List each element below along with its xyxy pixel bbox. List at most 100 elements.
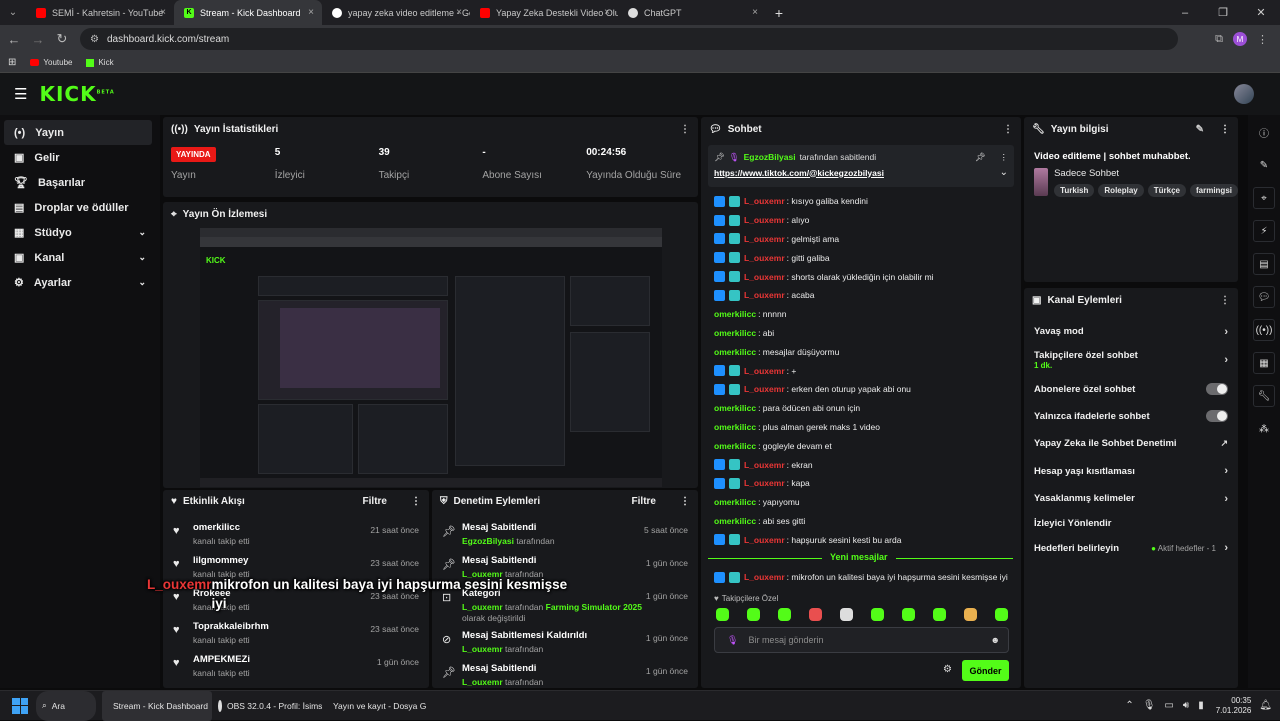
unpin-icon[interactable]: 📌︎ [975,152,986,163]
emote-icon[interactable] [747,608,760,621]
chat-username[interactable]: L_ouxemr [744,272,785,282]
extensions-icon[interactable]: ⧉ [1215,33,1223,46]
site-info-icon[interactable]: ⚙ [90,34,99,45]
connections-icon[interactable]: ⁂ [1253,418,1275,440]
close-tab-icon[interactable]: × [604,7,610,18]
sidebar-item-gelir[interactable]: ▣ Gelir [4,145,152,170]
target-icon[interactable]: ⌖ [1253,187,1275,209]
more-options-icon[interactable]: ⋮ [1220,295,1230,306]
emote-icon[interactable] [995,608,1008,621]
filter-button[interactable]: Filtre [632,496,656,507]
minimize-icon[interactable]: – [1166,0,1204,25]
account-age-row[interactable]: Hesap yaşı kısıtlaması › [1024,458,1238,485]
chat-username[interactable]: L_ouxemr [744,290,785,300]
sidebar-item-studyo[interactable]: ▦ Stüdyo ⌄ [4,220,152,245]
browser-tab-active[interactable]: K Stream - Kick Dashboard × [174,0,322,25]
followers-only-row[interactable]: Takipçilere özel sohbet 1 dk. › [1024,345,1238,375]
chat-username[interactable]: L_ouxemr [744,234,785,244]
close-tab-icon[interactable]: × [752,7,758,18]
close-tab-icon[interactable]: × [308,7,314,18]
emote-icon[interactable] [716,608,729,621]
back-icon[interactable]: ← [2,32,26,47]
chat-username[interactable]: omerkilicc [714,516,756,526]
taskbar-app-obs[interactable]: OBS 32.0.4 - Profil: İsims [212,691,322,721]
tag[interactable]: Roleplay [1098,184,1144,197]
browser-tab[interactable]: yapay zeka video editleme - Go × [322,0,470,25]
emotes-only-toggle[interactable] [1206,410,1228,423]
info-icon[interactable]: ⓘ [1253,121,1275,143]
close-tab-icon[interactable]: × [160,7,166,18]
chevron-down-icon[interactable]: ⌄ [1000,167,1008,178]
browser-tab[interactable]: Yapay Zeka Destekli Video Oluş × [470,0,618,25]
network-icon[interactable]: ▭ [1164,700,1173,711]
host-redirect-row[interactable]: İzleyici Yönlendir [1024,512,1238,534]
new-messages-label[interactable]: Yeni mesajlar [822,552,896,562]
pinned-link[interactable]: https://www.tiktok.com/@kickegzozbilyasi [714,168,884,178]
bookmark-kick[interactable]: Kick [86,58,114,67]
stream-preview-video[interactable]: KICK [200,228,662,487]
send-button[interactable]: Gönder [962,660,1009,681]
url-field[interactable]: ⚙ dashboard.kick.com/stream [80,28,1178,50]
taskbar-clock[interactable]: 00:35 7.01.2026 [1216,696,1252,716]
goals-row[interactable]: Hedefleri belirleyin ● Aktif hedefler - 1… [1024,534,1238,561]
sidebar-item-ayarlar[interactable]: ⚙ Ayarlar ⌄ [4,270,152,295]
emote-icon[interactable] [902,608,915,621]
edit-pencil-icon[interactable]: ✎ [1196,124,1204,135]
more-options-icon[interactable]: ⋮ [1220,124,1230,135]
user-avatar[interactable] [1234,84,1254,104]
chat-username[interactable]: L_ouxemr [744,478,785,488]
close-tab-icon[interactable]: × [456,7,462,18]
more-options-icon[interactable]: ⋮ [680,496,690,507]
emote-icon[interactable] [778,608,791,621]
tab-search-icon[interactable]: ⌄ [0,0,26,25]
subscribers-only-toggle[interactable] [1206,383,1228,396]
reload-icon[interactable]: ↻ [50,31,74,47]
kick-logo[interactable]: KICKBETA [39,82,114,106]
chat-username[interactable]: L_ouxemr [744,366,785,376]
more-options-icon[interactable]: ⋮ [1000,152,1009,163]
mic-icon[interactable]: 🎙︎ [1143,700,1156,711]
chat-username[interactable]: omerkilicc [714,347,756,357]
sidebar-item-basarilar[interactable]: 🏆︎ Başarılar [4,170,152,195]
sidebar-item-kanal[interactable]: ▣ Kanal ⌄ [4,245,152,270]
volume-icon[interactable]: 🔊︎ [1183,700,1189,711]
browser-menu-icon[interactable]: ⋮ [1257,33,1268,46]
maximize-icon[interactable]: ❐ [1204,0,1242,25]
more-options-icon[interactable]: ⋮ [680,124,690,135]
chat-username[interactable]: omerkilicc [714,309,756,319]
broadcast-icon[interactable]: ((•)) [1253,319,1275,341]
chat-username[interactable]: omerkilicc [714,422,756,432]
browser-tab[interactable]: SEMİ - Kahretsin - YouTube × [26,0,174,25]
emote-icon[interactable] [933,608,946,621]
chat-username[interactable]: L_ouxemr [744,460,785,470]
filter-button[interactable]: Filtre [363,496,387,507]
emote-icon[interactable] [809,608,822,621]
menu-hamburger-icon[interactable]: ☰ [14,85,27,103]
chat-settings-icon[interactable]: ⚙ [943,664,952,675]
notification-bell-icon[interactable]: 🔔︎ [1259,700,1272,711]
start-icon[interactable] [12,697,28,714]
lightning-icon[interactable]: ⚡︎ [1253,220,1275,242]
taskbar-app-chrome[interactable]: Stream - Kick Dashboard [102,690,212,721]
sidebar-item-yayin[interactable]: (•) Yayın [4,120,152,145]
chat-input[interactable]: 🎙︎ Bir mesaj gönderin ☻ [714,627,1009,653]
edit-pencil-icon[interactable]: ✎ [1253,154,1275,176]
taskbar-search[interactable]: ⌕ Ara [36,690,96,721]
apps-grid-icon[interactable]: ⊞ [8,57,16,68]
chat-username[interactable]: omerkilicc [714,441,756,451]
close-window-icon[interactable]: ✕ [1242,0,1280,25]
more-options-icon[interactable]: ⋮ [1003,124,1013,135]
chat-username[interactable]: omerkilicc [714,328,756,338]
category-name[interactable]: Sadece Sohbet [1054,168,1238,179]
forward-icon[interactable]: → [26,32,50,47]
tag[interactable]: Türkçe [1147,184,1186,197]
category-thumbnail[interactable] [1034,168,1049,196]
chevron-up-icon[interactable]: ⌃ [1125,700,1133,711]
chat-username[interactable]: L_ouxemr [744,215,785,225]
wrench-icon[interactable]: 🔧︎ [1253,385,1275,407]
tag[interactable]: Turkish [1054,184,1095,197]
chat-username[interactable]: L_ouxemr [744,196,785,206]
tag[interactable]: farmingsi [1189,184,1238,197]
more-options-icon[interactable]: ⋮ [411,496,421,507]
chat-username[interactable]: omerkilicc [714,497,756,507]
